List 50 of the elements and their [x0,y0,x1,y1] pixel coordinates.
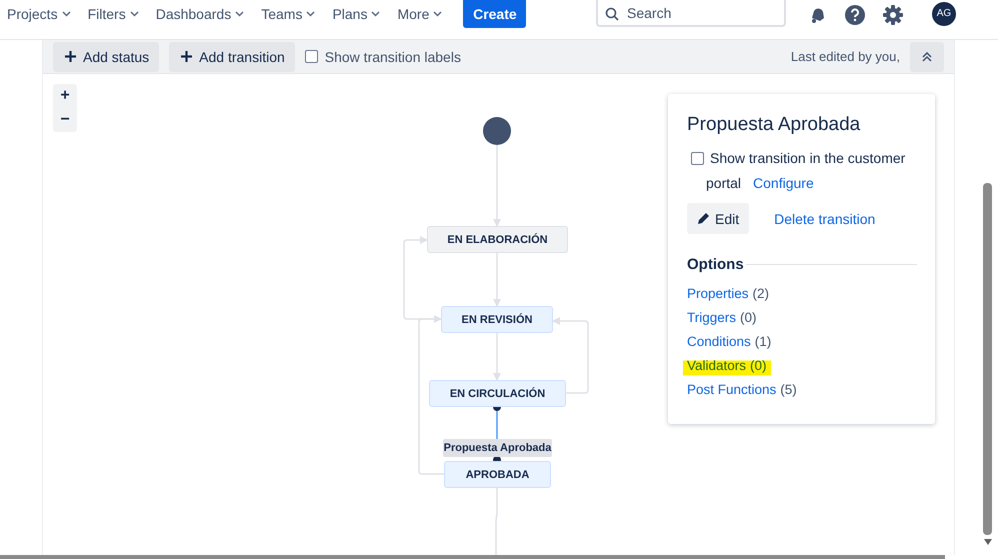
plus-icon [181,51,192,62]
zoom-button[interactable]: + [53,84,77,108]
delete-transition-link[interactable]: Delete transition [774,210,876,226]
nav-menu[interactable]: More [397,6,442,22]
scrollbar-thumb[interactable] [983,183,992,535]
horizontal-scrollbar[interactable] [0,555,945,559]
option-link[interactable]: Post Functions (5) [687,382,797,406]
panel-title: Propuesta Aprobada [687,114,862,136]
collapse-button[interactable] [910,42,944,72]
nav-menu[interactable]: Dashboards [156,6,244,22]
create-button[interactable]: Create [463,0,526,28]
double-chevron-up-icon [922,52,932,62]
option-link[interactable]: Conditions (1) [687,334,772,358]
option-link[interactable]: Properties (2) [687,286,770,310]
configure-link[interactable]: Configure [753,175,814,191]
checkbox[interactable] [691,152,704,164]
checkbox-label: Show transition labels [324,48,461,64]
checkbox-label: portal [706,175,742,191]
last-edited-text: Last edited by you, [790,49,900,64]
settings-icon[interactable] [882,4,904,26]
status-node[interactable]: APROBADA [444,461,551,488]
help-icon[interactable] [844,4,866,26]
user-avatar[interactable]: AG [932,2,956,26]
chevron-down-icon [62,11,71,17]
chevron-down-icon [371,11,380,17]
section-heading: Options [687,256,744,273]
status-node[interactable]: EN CIRCULACIÓN [429,380,566,407]
checkbox[interactable] [304,50,318,63]
chevron-down-icon [235,11,244,17]
chevron-down-icon [306,11,316,17]
nav-menu[interactable]: Teams [261,6,316,22]
plus-icon [65,51,76,62]
pencil-icon [697,212,710,225]
toolbar-button[interactable]: Add status [53,42,160,72]
scroll-down-arrow-icon[interactable] [984,539,992,545]
checkbox-label: Show transition in the customer [710,150,906,166]
chevron-down-icon [130,11,139,17]
zoom-button[interactable]: − [53,108,77,132]
transition-label[interactable]: Propuesta Aprobada [443,439,552,457]
toolbar-button[interactable]: Add transition [169,42,295,72]
nav-menu[interactable]: Plans [332,6,380,22]
nav-menu[interactable]: Projects [7,6,71,22]
status-node[interactable]: EN ELABORACIÓN [427,226,568,253]
start-node[interactable] [483,117,511,145]
chevron-down-icon [433,11,442,17]
status-node[interactable]: EN REVISIÓN [441,306,553,333]
edit-button[interactable]: Edit [687,203,750,234]
search-field[interactable]: Search [596,0,786,27]
nav-menu[interactable]: Filters [88,6,139,22]
option-link[interactable]: Triggers (0) [687,310,757,334]
